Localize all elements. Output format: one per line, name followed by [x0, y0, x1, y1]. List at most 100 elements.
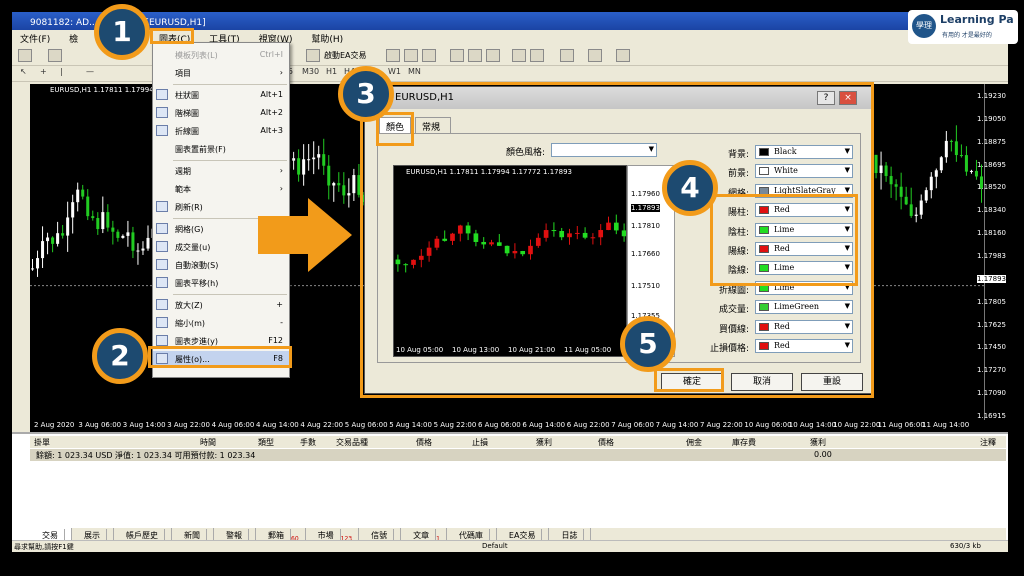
menu-separator	[173, 160, 287, 161]
new-chart-icon[interactable]	[18, 49, 32, 62]
bar-chart-icon[interactable]	[386, 49, 400, 62]
tf-mn[interactable]: MN	[408, 67, 421, 76]
time-label: 5 Aug 14:00	[389, 421, 432, 429]
menu-item-label: 網格(G)	[175, 225, 204, 234]
cursor-icon[interactable]: ↖	[20, 67, 27, 76]
menu-separator	[173, 84, 287, 85]
candle-chart-icon[interactable]	[404, 49, 418, 62]
menu-item-label: 放大(Z)	[175, 301, 203, 310]
context-menu-item[interactable]: 放大(Z) +	[153, 297, 291, 313]
price-label: 1.19230	[977, 92, 1006, 100]
highlight-properties-item	[148, 346, 292, 368]
terminal-column-header[interactable]: 獲利	[536, 437, 552, 448]
candle-body	[66, 217, 70, 236]
candle-body	[889, 176, 893, 185]
menu-item-shortcut: ›	[279, 184, 283, 193]
context-menu-item[interactable]: 柱狀圖 Alt+1	[153, 87, 291, 103]
menu-item-shortcut: F12	[268, 336, 283, 345]
candle-body	[874, 154, 878, 174]
time-label: 4 Aug 22:00	[300, 421, 344, 429]
terminal-column-header[interactable]: 佣金	[686, 437, 702, 448]
context-menu-item[interactable]: 縮小(m) -	[153, 315, 291, 331]
menu-item-icon	[156, 259, 168, 270]
tile-icon[interactable]	[486, 49, 500, 62]
tf-h1[interactable]: H1	[326, 67, 337, 76]
context-menu-item[interactable]: 模板列表(L) Ctrl+I	[153, 47, 291, 63]
price-label: 1.17450	[977, 343, 1006, 352]
hline-icon[interactable]: —	[86, 67, 94, 76]
terminal-column-header[interactable]: 注釋	[980, 437, 996, 448]
menu-file[interactable]: 文件(F)	[12, 30, 58, 47]
time-label: 10 Aug 14:00	[788, 421, 836, 429]
tf-m30[interactable]: M30	[302, 67, 319, 76]
context-menu-item[interactable]: 圖表置前景(F)	[153, 141, 291, 157]
candle-body	[924, 190, 928, 201]
time-label: 10 Aug 22:00	[833, 421, 881, 429]
terminal-column-header[interactable]: 價格	[598, 437, 614, 448]
candle-body	[126, 232, 130, 236]
terminal-column-header[interactable]: 時間	[200, 437, 216, 448]
menu-item-shortcut: ›	[279, 68, 283, 77]
menu-item-label: 縮小(m)	[175, 319, 206, 328]
terminal-column-header[interactable]: 庫存費	[732, 437, 756, 448]
terminal-column-header[interactable]: 獲利	[810, 437, 826, 448]
terminal-column-header[interactable]: 價格	[416, 437, 432, 448]
menu-item-label: 成交量(u)	[175, 243, 211, 252]
profiles-icon[interactable]	[48, 49, 62, 62]
tf-w1[interactable]: W1	[388, 67, 401, 76]
shift-icon[interactable]	[530, 49, 544, 62]
highlight-ok-button	[654, 368, 724, 392]
candle-body	[61, 233, 65, 236]
candle-body	[909, 204, 913, 216]
candle-body	[131, 232, 135, 251]
context-menu-item[interactable]: 週期 ›	[153, 163, 291, 179]
terminal-column-header[interactable]: 止損	[472, 437, 488, 448]
context-menu-item[interactable]: 階梯圖 Alt+2	[153, 105, 291, 121]
menu-item-icon	[156, 201, 168, 212]
menu-item-label: 圖表置前景(F)	[175, 145, 226, 154]
candle-body	[106, 212, 110, 228]
templates-icon[interactable]	[616, 49, 630, 62]
zoom-in-icon[interactable]	[450, 49, 464, 62]
indicators-icon[interactable]	[560, 49, 574, 62]
menu-separator	[173, 294, 287, 295]
zoom-out-icon[interactable]	[468, 49, 482, 62]
line-chart-icon[interactable]	[422, 49, 436, 62]
menu-item-shortcut: -	[280, 318, 283, 327]
vline-icon[interactable]: |	[60, 67, 63, 76]
menu-item-icon	[156, 335, 168, 346]
balance-text: 餘額: 1 023.34 USD 淨值: 1 023.34 可用預付款: 1 0…	[36, 451, 256, 460]
context-menu-item[interactable]: 折線圖 Alt+3	[153, 123, 291, 139]
candle-body	[96, 218, 100, 230]
menu-item-icon	[156, 317, 168, 328]
terminal-column-header[interactable]: 類型	[258, 437, 274, 448]
terminal-column-header[interactable]: 手數	[300, 437, 316, 448]
menu-help[interactable]: 幫助(H)	[303, 30, 351, 47]
crosshair-icon[interactable]: +	[40, 67, 47, 76]
menu-item-shortcut: ›	[279, 166, 283, 175]
menu-item-shortcut: Ctrl+I	[259, 50, 283, 59]
context-menu-item[interactable]: 圖表平移(h)	[153, 275, 291, 291]
autotrading-button[interactable]: 啟動EA交易	[324, 50, 367, 61]
terminal-column-header[interactable]: 掛單	[34, 437, 50, 448]
price-label: 1.17893	[977, 274, 1006, 283]
time-axis: 2 Aug 2020 3 Aug 06:00 3 Aug 14:00 3 Aug 22…	[30, 420, 1008, 432]
candle-body	[959, 155, 963, 157]
menu-view[interactable]: 檢	[61, 30, 86, 47]
time-label: 10 Aug 06:00	[744, 421, 792, 429]
menu-item-icon	[156, 299, 168, 310]
time-label: 6 Aug 22:00	[566, 421, 610, 429]
context-menu-item[interactable]: 項目 ›	[153, 65, 291, 81]
price-label: 1.19050	[977, 114, 1006, 123]
menu-item-icon	[156, 241, 168, 252]
terminal-column-header[interactable]: 交易品種	[336, 437, 368, 448]
autoscroll-icon[interactable]	[512, 49, 526, 62]
time-label: 7 Aug 22:00	[700, 421, 743, 429]
menu-item-shortcut: Alt+3	[260, 126, 283, 135]
price-label: 1.18520	[977, 183, 1006, 192]
ea-icon[interactable]	[306, 49, 320, 62]
candle-body	[121, 235, 125, 238]
context-menu-item[interactable]: 範本 ›	[153, 181, 291, 197]
menu-item-label: 自動滾動(S)	[175, 261, 219, 270]
periods-icon[interactable]	[588, 49, 602, 62]
